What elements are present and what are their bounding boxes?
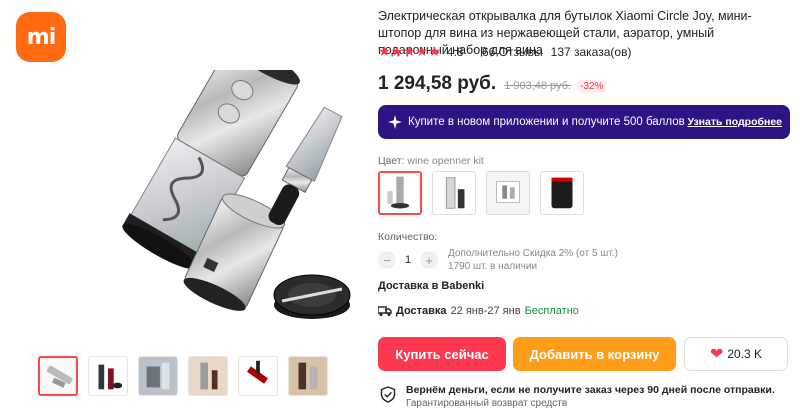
- color-option-3-image: [487, 172, 529, 214]
- stock-note: 1790 шт. в наличии: [448, 261, 538, 272]
- thumbnail-1[interactable]: [38, 356, 78, 396]
- price-row: 1 294,58 руб. 1 903,48 руб. -32%: [378, 73, 607, 95]
- buyer-protection: Вернём деньги, если не получите заказ че…: [380, 384, 775, 410]
- thumbnail-1-image: [40, 358, 76, 394]
- rating-row: ★★★★★ 4.8 ⌄ 66 Отзывы 137 заказа(ов): [378, 43, 631, 60]
- color-options: [378, 171, 584, 215]
- color-option-1-image: [380, 173, 420, 213]
- thumbnail-6-image: [289, 357, 327, 395]
- guarantee-sub-text: Гарантированный возврат средств: [406, 398, 568, 409]
- chevron-down-icon[interactable]: ⌄: [466, 46, 474, 57]
- delivery-location[interactable]: Доставка в Babenki: [378, 280, 484, 292]
- quantity-plus-button[interactable]: +: [420, 251, 438, 269]
- color-option-4-image: [541, 172, 583, 214]
- color-option-4[interactable]: [540, 171, 584, 215]
- color-option-2-image: [433, 172, 475, 214]
- product-gallery: mi: [0, 0, 370, 415]
- quantity-value[interactable]: 1: [396, 254, 420, 266]
- thumbnail-4-image: [189, 357, 227, 395]
- color-option-3[interactable]: [486, 171, 530, 215]
- brand-logo[interactable]: mi: [16, 12, 66, 62]
- shield-check-icon: [380, 386, 396, 403]
- thumbnail-5-image: [239, 357, 277, 395]
- color-option-1[interactable]: [378, 171, 422, 215]
- truck-icon: [378, 306, 392, 316]
- main-product-image[interactable]: [0, 70, 370, 350]
- add-to-cart-button[interactable]: Добавить в корзину: [513, 337, 676, 371]
- delivery-row: Доставка 22 янв-27 янв Бесплатно: [378, 305, 579, 317]
- color-label-text: Цвет:: [378, 155, 405, 167]
- thumbnail-6[interactable]: [288, 356, 328, 396]
- bulk-discount-note: Дополнительно Скидка 2% (от 5 шт.): [448, 248, 618, 259]
- color-value: wine openner kit: [407, 155, 484, 167]
- buy-now-button[interactable]: Купить сейчас: [378, 337, 506, 371]
- thumbnail-3-image: [139, 357, 177, 395]
- sparkle-icon: [388, 115, 402, 129]
- quantity-stepper: − 1 + Дополнительно Скидка 2% (от 5 шт.)…: [378, 247, 618, 273]
- brand-logo-text: mi: [26, 24, 56, 50]
- delivery-label: Доставка: [396, 305, 447, 317]
- delivery-dates: 22 янв-27 янв: [450, 305, 521, 317]
- guarantee-main-text: Вернём деньги, если не получите заказ че…: [406, 384, 775, 396]
- thumbnail-5[interactable]: [238, 356, 278, 396]
- quantity-label: Количество:: [378, 231, 438, 243]
- thumbnail-2-image: [89, 357, 127, 395]
- free-shipping-badge: Бесплатно: [524, 305, 579, 317]
- thumbnail-4[interactable]: [188, 356, 228, 396]
- thumbnail-2[interactable]: [88, 356, 128, 396]
- thumbnail-strip: [38, 356, 328, 396]
- color-option-2[interactable]: [432, 171, 476, 215]
- app-promo-banner[interactable]: Купите в новом приложении и получите 500…: [378, 105, 790, 139]
- color-label: Цвет: wine openner kit: [378, 155, 484, 167]
- wishlist-count: 20.3 K: [727, 347, 763, 361]
- heart-icon: ❤: [709, 346, 724, 363]
- reviews-link[interactable]: 66 Отзывы: [482, 45, 543, 59]
- orders-count: 137 заказа(ов): [550, 44, 632, 59]
- quantity-note: Дополнительно Скидка 2% (от 5 шт.) 1790 …: [448, 247, 618, 273]
- discount-badge: -32%: [577, 80, 607, 93]
- rating-score[interactable]: 4.8: [447, 45, 464, 59]
- quantity-minus-button[interactable]: −: [378, 251, 396, 269]
- wishlist-button[interactable]: ❤ 20.3 K: [684, 337, 788, 371]
- star-rating-icon: ★★★★★: [378, 43, 441, 59]
- old-price: 1 903,48 руб.: [504, 80, 572, 92]
- learn-more-link[interactable]: Узнать подробнее: [687, 116, 782, 128]
- promo-text: Купите в новом приложении и получите 500…: [408, 116, 685, 128]
- thumbnail-3[interactable]: [138, 356, 178, 396]
- product-info: Электрическая открывалка для бутылок Xia…: [378, 0, 790, 415]
- current-price: 1 294,58 руб.: [378, 73, 497, 94]
